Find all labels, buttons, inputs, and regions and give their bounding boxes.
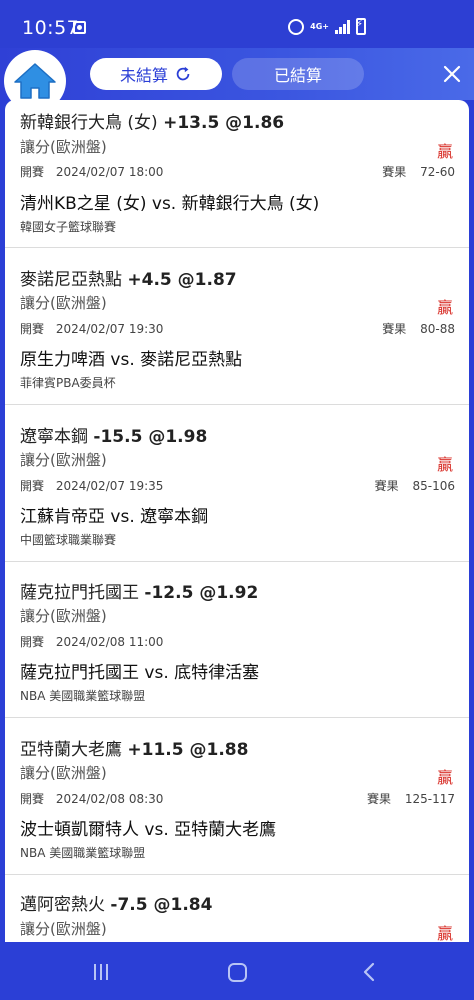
- match-name: 薩克拉門托國王 vs. 底特律活塞: [20, 663, 260, 683]
- bet-card[interactable]: 新韓銀行大鳥 (女) +13.5 @1.86 讓分(歐洲盤) 贏 開賽 2024…: [5, 100, 469, 248]
- bet-selection: 麥諾尼亞熱點: [20, 270, 122, 290]
- status-indicators: 4G+: [288, 18, 366, 35]
- recent-apps-icon: [94, 964, 96, 980]
- recent-apps-button[interactable]: [94, 964, 108, 980]
- score-value: 72-60: [420, 165, 455, 179]
- bet-result-badge: 贏: [436, 455, 453, 474]
- close-button[interactable]: [436, 58, 468, 90]
- league-name: 韓國女子籃球聯賽: [20, 220, 117, 234]
- tab-unsettled[interactable]: 未結算: [90, 58, 222, 90]
- bet-type: 讓分(歐洲盤): [20, 920, 107, 938]
- bet-selection: 遼寧本鋼: [20, 427, 88, 447]
- bet-title: 遼寧本鋼 -15.5 @1.98: [20, 422, 207, 447]
- match-name: 江蘇肯帝亞 vs. 遼寧本鋼: [20, 507, 209, 527]
- kickoff-time: 2024/02/07 18:00: [55, 165, 164, 179]
- bet-selection: 邁阿密熱火: [20, 895, 105, 915]
- match-name: 清州KB之星 (女) vs. 新韓銀行大鳥 (女): [20, 194, 320, 214]
- bet-odds: +4.5 @1.87: [127, 270, 237, 290]
- bet-selection: 薩克拉門托國王: [20, 583, 139, 603]
- alarm-icon: [288, 18, 305, 35]
- bet-odds: -15.5 @1.98: [93, 427, 208, 447]
- bet-list[interactable]: 新韓銀行大鳥 (女) +13.5 @1.86 讓分(歐洲盤) 贏 開賽 2024…: [5, 100, 469, 942]
- bet-card[interactable]: 遼寧本鋼 -15.5 @1.98 讓分(歐洲盤) 贏 開賽 2024/02/07…: [5, 405, 469, 562]
- kickoff-time: 2024/02/07 19:30: [55, 322, 164, 336]
- bet-result-badge: 贏: [436, 924, 453, 942]
- status-time: 10:57: [22, 17, 80, 39]
- score-value: 125-117: [404, 792, 455, 806]
- score-value: 80-88: [420, 322, 455, 336]
- kickoff-row: 開賽 2024/02/07 19:35: [20, 477, 163, 494]
- bet-selection: 亞特蘭大老鷹: [20, 740, 122, 760]
- bet-title: 薩克拉門托國王 -12.5 @1.92: [20, 578, 258, 603]
- bet-type: 讓分(歐洲盤): [20, 451, 107, 469]
- league-name: 中國籃球職業聯賽: [20, 533, 117, 547]
- league-name: NBA 美國職業籃球聯盟: [20, 846, 146, 860]
- system-nav-bar: [0, 942, 474, 1000]
- bet-result-badge: 贏: [436, 298, 453, 317]
- signal-icon: [335, 19, 350, 34]
- bet-result-badge: 贏: [436, 142, 453, 161]
- kickoff-row: 開賽 2024/02/08 08:30: [20, 790, 163, 807]
- score-label: 賽果: [382, 322, 407, 336]
- home-button[interactable]: [4, 50, 66, 112]
- back-icon[interactable]: [362, 962, 376, 982]
- bet-type: 讓分(歐洲盤): [20, 294, 107, 312]
- score-label: 賽果: [382, 165, 407, 179]
- notification-app-icon: [73, 21, 86, 34]
- bet-type: 讓分(歐洲盤): [20, 138, 107, 156]
- kickoff-time: 2024/02/08 11:00: [55, 635, 164, 649]
- match-name: 原生力啤酒 vs. 麥諾尼亞熱點: [20, 350, 243, 370]
- bet-odds: +13.5 @1.86: [163, 113, 285, 133]
- tab-settled[interactable]: 已結算: [232, 58, 364, 90]
- bet-title: 亞特蘭大老鷹 +11.5 @1.88: [20, 735, 248, 760]
- bet-card[interactable]: 邁阿密熱火 -7.5 @1.84 讓分(歐洲盤) 贏: [5, 875, 469, 942]
- kickoff-row: 開賽 2024/02/07 18:00: [20, 163, 163, 180]
- bet-odds: -7.5 @1.84: [110, 895, 213, 915]
- score-row: 賽果 125-117: [367, 790, 455, 807]
- kickoff-label: 開賽: [20, 479, 45, 493]
- bet-title: 新韓銀行大鳥 (女) +13.5 @1.86: [20, 108, 284, 133]
- tab-settled-label: 已結算: [273, 66, 322, 85]
- league-name: 菲律賓PBA委員杯: [20, 376, 116, 390]
- bet-type: 讓分(歐洲盤): [20, 764, 107, 782]
- score-row: 賽果 72-60: [382, 163, 455, 180]
- score-value: 85-106: [412, 479, 455, 493]
- refresh-icon[interactable]: [174, 65, 192, 83]
- bet-card[interactable]: 薩克拉門托國王 -12.5 @1.92 讓分(歐洲盤) 開賽 2024/02/0…: [5, 562, 469, 718]
- kickoff-label: 開賽: [20, 792, 45, 806]
- bet-card[interactable]: 亞特蘭大老鷹 +11.5 @1.88 讓分(歐洲盤) 贏 開賽 2024/02/…: [5, 718, 469, 875]
- network-type-label: 4G+: [310, 21, 329, 31]
- score-row: 賽果 85-106: [375, 477, 455, 494]
- system-home-button[interactable]: [228, 963, 247, 982]
- bet-type: 讓分(歐洲盤): [20, 607, 107, 625]
- bet-odds: +11.5 @1.88: [127, 740, 249, 760]
- bet-selection: 新韓銀行大鳥 (女): [20, 113, 158, 133]
- league-name: NBA 美國職業籃球聯盟: [20, 689, 146, 703]
- kickoff-label: 開賽: [20, 165, 45, 179]
- tab-unsettled-label: 未結算: [119, 66, 168, 85]
- bet-odds: -12.5 @1.92: [144, 583, 259, 603]
- kickoff-time: 2024/02/08 08:30: [55, 792, 164, 806]
- score-label: 賽果: [374, 479, 399, 493]
- match-name: 波士頓凱爾特人 vs. 亞特蘭大老鷹: [20, 820, 277, 840]
- score-row: 賽果 80-88: [382, 320, 455, 337]
- bet-result-badge: 贏: [436, 768, 453, 787]
- bet-title: 麥諾尼亞熱點 +4.5 @1.87: [20, 265, 237, 290]
- bet-card[interactable]: 麥諾尼亞熱點 +4.5 @1.87 讓分(歐洲盤) 贏 開賽 2024/02/0…: [5, 248, 469, 405]
- kickoff-time: 2024/02/07 19:35: [55, 479, 164, 493]
- kickoff-label: 開賽: [20, 322, 45, 336]
- bet-title: 邁阿密熱火 -7.5 @1.84: [20, 890, 212, 915]
- score-label: 賽果: [367, 792, 392, 806]
- close-icon: [443, 65, 461, 83]
- kickoff-row: 開賽 2024/02/08 11:00: [20, 633, 163, 650]
- kickoff-label: 開賽: [20, 635, 45, 649]
- kickoff-row: 開賽 2024/02/07 19:30: [20, 320, 163, 337]
- battery-icon: [356, 18, 366, 35]
- home-icon: [14, 63, 56, 99]
